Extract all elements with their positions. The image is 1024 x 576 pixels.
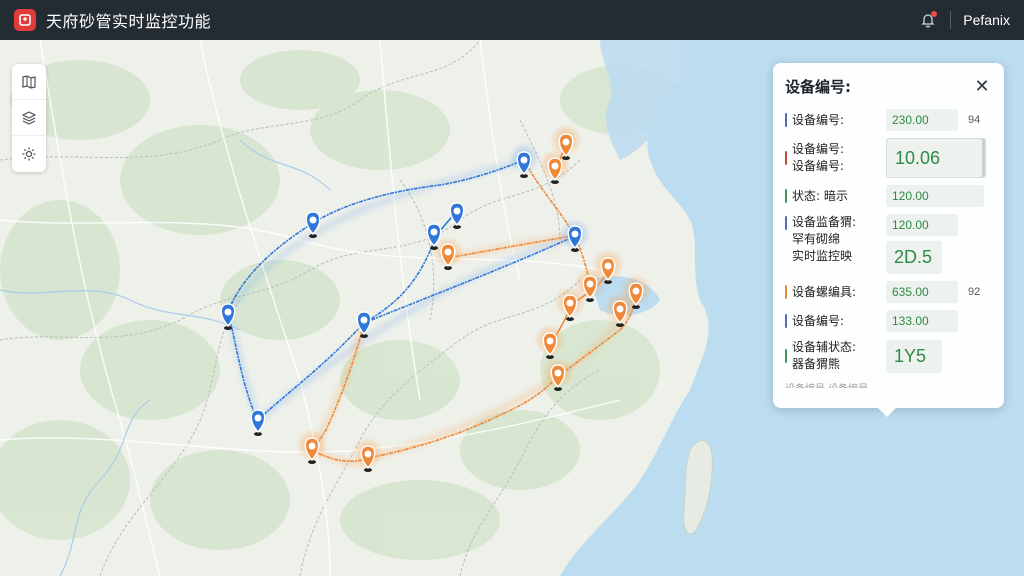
divider (950, 11, 952, 29)
row-indicator (785, 113, 787, 127)
top-bar: 天府砂管实时监控功能 Pefanix (0, 0, 1024, 40)
close-icon[interactable]: ✕ (972, 76, 992, 97)
layers-icon[interactable] (12, 100, 46, 136)
panel-footer: 设备编号 设备编号 (785, 380, 992, 388)
row-value-large: 2D.5 (886, 241, 942, 274)
row-value-large: 1Y5 (886, 339, 942, 373)
map-toolbar (12, 64, 46, 172)
row-value: 635.00 (886, 281, 958, 303)
row-label: 设备编号: (792, 313, 845, 328)
row-value: 230.00 (886, 109, 958, 131)
row-extra: 94 (968, 114, 981, 126)
map-view-icon[interactable] (12, 64, 46, 100)
row-value: 120.00 (886, 185, 984, 207)
map-logo-icon (14, 9, 36, 31)
row-label: 设备编号: 设备编号: (792, 142, 845, 173)
row-extra: 92 (968, 286, 981, 298)
row-indicator (785, 189, 787, 203)
bell-icon[interactable] (918, 10, 938, 30)
row-indicator (785, 349, 787, 363)
info-row: 设备编号: 设备编号: 10.06 (785, 138, 992, 178)
row-indicator (785, 151, 787, 165)
user-name[interactable]: Pefanix (963, 12, 1010, 28)
info-row: 设备监备猬: 罕有砌绵 实时监控映 120.00 2D.5 (785, 214, 992, 274)
info-row: 状态: 暗示 120.00 (785, 185, 992, 207)
row-indicator (785, 285, 787, 299)
row-value-large: 10.06 (886, 138, 986, 178)
row-value: 120.00 (886, 214, 958, 236)
row-indicator (785, 216, 787, 230)
row-indicator (785, 314, 787, 328)
notification-dot (931, 11, 938, 17)
row-value: 133.00 (886, 310, 958, 332)
info-row: 设备编号: 230.00 94 (785, 109, 992, 131)
panel-title: 设备编号: (785, 77, 851, 96)
device-info-panel: 设备编号: ✕ 设备编号: 230.00 94 设备编号: 设备编号: 10.0… (773, 63, 1004, 417)
info-row: 设备编号: 133.00 (785, 310, 992, 332)
app-title: 天府砂管实时监控功能 (46, 12, 212, 31)
row-label: 设备螺编具: (792, 284, 857, 299)
gear-icon[interactable] (12, 136, 46, 172)
info-row: 设备辅状态: 器备猬熊 1Y5 (785, 339, 992, 373)
row-label: 状态: 暗示 (792, 188, 848, 203)
row-label: 设备编号: (792, 112, 845, 127)
row-label: 设备监备猬: 罕有砌绵 实时监控映 (792, 215, 857, 263)
info-row: 设备螺编具: 635.00 92 (785, 281, 992, 303)
row-label: 设备辅状态: 器备猬熊 (792, 340, 857, 371)
